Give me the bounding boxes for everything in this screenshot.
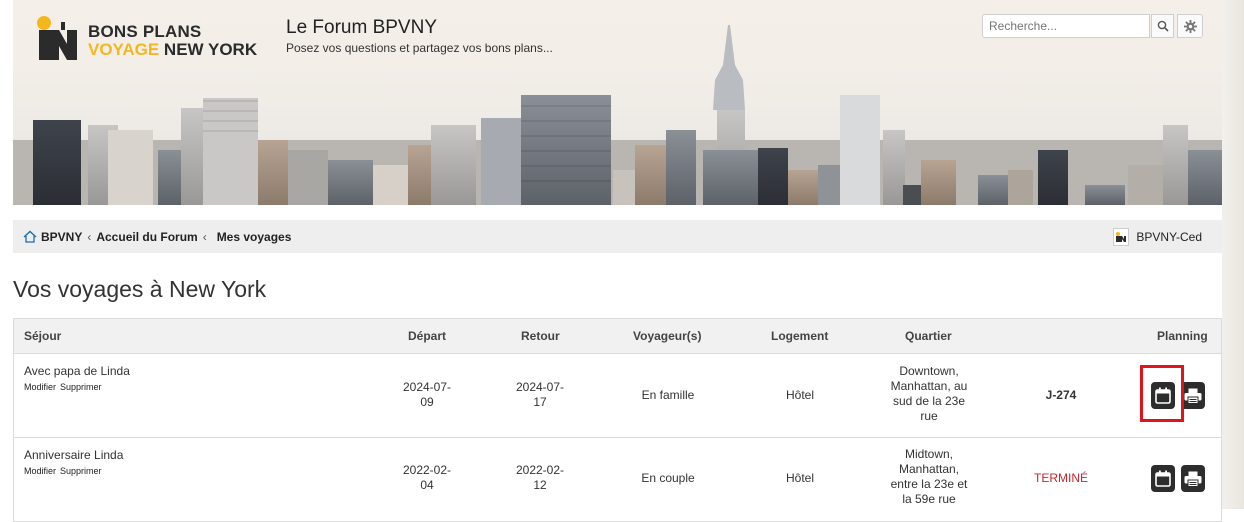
gear-icon <box>1183 19 1197 33</box>
user-menu[interactable]: BPVNY-Ced <box>1113 220 1202 253</box>
advanced-search-button[interactable] <box>1177 14 1203 38</box>
depart-date: 2024-07- 09 <box>392 380 462 410</box>
trip-name[interactable]: Anniversaire Linda <box>24 448 123 462</box>
breadcrumb-my-trips[interactable]: Mes voyages <box>217 230 292 244</box>
quartier-line: Manhattan, au <box>890 379 968 393</box>
home-icon[interactable] <box>23 230 37 243</box>
header-retour: Retour <box>521 329 560 343</box>
print-icon <box>1184 471 1202 487</box>
breadcrumb-bpvny[interactable]: BPVNY <box>41 230 82 244</box>
search-button[interactable] <box>1151 14 1174 38</box>
avatar <box>1113 227 1130 246</box>
quartier-line: sud de la 23e <box>892 394 966 408</box>
quartier: Downtown, Manhattan, au sud de la 23e ru… <box>879 364 979 424</box>
breadcrumb-forum-home[interactable]: Accueil du Forum <box>96 230 197 244</box>
trip-actions: Modifier Supprimer <box>24 466 106 476</box>
trips-table: Séjour Départ Retour Voyageur(s) Logemen… <box>13 318 1222 522</box>
calendar-icon <box>1155 470 1171 487</box>
table-header: Séjour Départ Retour Voyageur(s) Logemen… <box>14 319 1221 354</box>
voyageurs: En famille <box>641 388 695 402</box>
breadcrumb-separator: ‹ <box>87 229 92 244</box>
username[interactable]: BPVNY-Ced <box>1136 230 1202 244</box>
site-title[interactable]: Le Forum BPVNY <box>286 17 437 39</box>
retour-date-part1: 2024-07- <box>515 380 565 394</box>
site-header: BONS PLANS VOYAGE NEW YORK Le Forum BPVN… <box>13 0 1222 205</box>
countdown-badge: J-274 <box>1045 388 1077 402</box>
search-icon <box>1157 20 1169 32</box>
quartier-line: entre la 23e et <box>890 477 968 491</box>
print-button[interactable] <box>1181 382 1205 409</box>
header-planning: Planning <box>1157 329 1208 343</box>
header-voyageurs: Voyageur(s) <box>633 329 702 343</box>
page-wrapper: BONS PLANS VOYAGE NEW YORK Le Forum BPVN… <box>13 0 1222 522</box>
status-badge: TERMINÉ <box>1034 471 1088 485</box>
breadcrumb-separator: ‹ <box>202 229 207 244</box>
edit-link[interactable]: Modifier <box>24 382 56 392</box>
depart-date-part2: 09 <box>420 395 434 409</box>
depart-date-part1: 2022-02- <box>402 463 452 477</box>
table-row: Avec papa de Linda Modifier Supprimer 202… <box>14 354 1221 438</box>
quartier-line: Manhattan, <box>898 462 960 476</box>
header-quartier: Quartier <box>905 329 952 343</box>
navbar: BPVNY ‹ Accueil du Forum ‹ Mes voyages B… <box>13 220 1222 253</box>
site-description: Posez vos questions et partagez vos bons… <box>286 41 553 55</box>
quartier-line: rue <box>920 409 938 423</box>
retour-date-part2: 12 <box>533 478 547 492</box>
logo-text-voyage: VOYAGE <box>88 40 160 59</box>
breadcrumb: BPVNY ‹ Accueil du Forum ‹ Mes voyages <box>23 220 291 253</box>
site-logo[interactable]: BONS PLANS VOYAGE NEW YORK <box>35 14 275 64</box>
print-icon <box>1184 388 1202 404</box>
page-edge <box>1222 0 1244 509</box>
retour-date: 2024-07- 17 <box>505 380 575 410</box>
header-logement: Logement <box>771 329 829 343</box>
logo-text-line2: VOYAGE NEW YORK <box>88 40 257 60</box>
delete-link[interactable]: Supprimer <box>60 382 102 392</box>
retour-date-part2: 17 <box>533 395 547 409</box>
logement: Hôtel <box>785 388 814 402</box>
quartier: Midtown, Manhattan, entre la 23e et la 5… <box>879 447 979 507</box>
depart-date: 2022-02- 04 <box>392 463 462 493</box>
print-button[interactable] <box>1181 465 1205 492</box>
voyageurs: En couple <box>641 471 695 485</box>
depart-date-part1: 2024-07- <box>402 380 452 394</box>
highlight-box <box>1140 365 1184 422</box>
edit-link[interactable]: Modifier <box>24 466 56 476</box>
logo-text-newyork: NEW YORK <box>163 40 258 59</box>
quartier-line: Downtown, <box>899 364 959 378</box>
logo-mark-icon <box>37 16 77 60</box>
trip-actions: Modifier Supprimer <box>24 382 106 392</box>
trip-name[interactable]: Avec papa de Linda <box>24 364 130 378</box>
logement: Hôtel <box>785 471 814 485</box>
depart-date-part2: 04 <box>420 478 434 492</box>
table-row: Anniversaire Linda Modifier Supprimer 202… <box>14 438 1221 522</box>
quartier-line: la 59e rue <box>902 492 956 506</box>
header-sejour: Séjour <box>24 329 62 343</box>
logo-text-line1: BONS PLANS <box>88 22 202 41</box>
delete-link[interactable]: Supprimer <box>60 466 102 476</box>
search-input[interactable] <box>982 14 1150 38</box>
header-depart: Départ <box>408 329 447 343</box>
page-title: Vos voyages à New York <box>13 276 267 302</box>
retour-date: 2022-02- 12 <box>505 463 575 493</box>
planning-calendar-button[interactable] <box>1151 465 1175 492</box>
retour-date-part1: 2022-02- <box>515 463 565 477</box>
quartier-line: Midtown, <box>904 447 954 461</box>
